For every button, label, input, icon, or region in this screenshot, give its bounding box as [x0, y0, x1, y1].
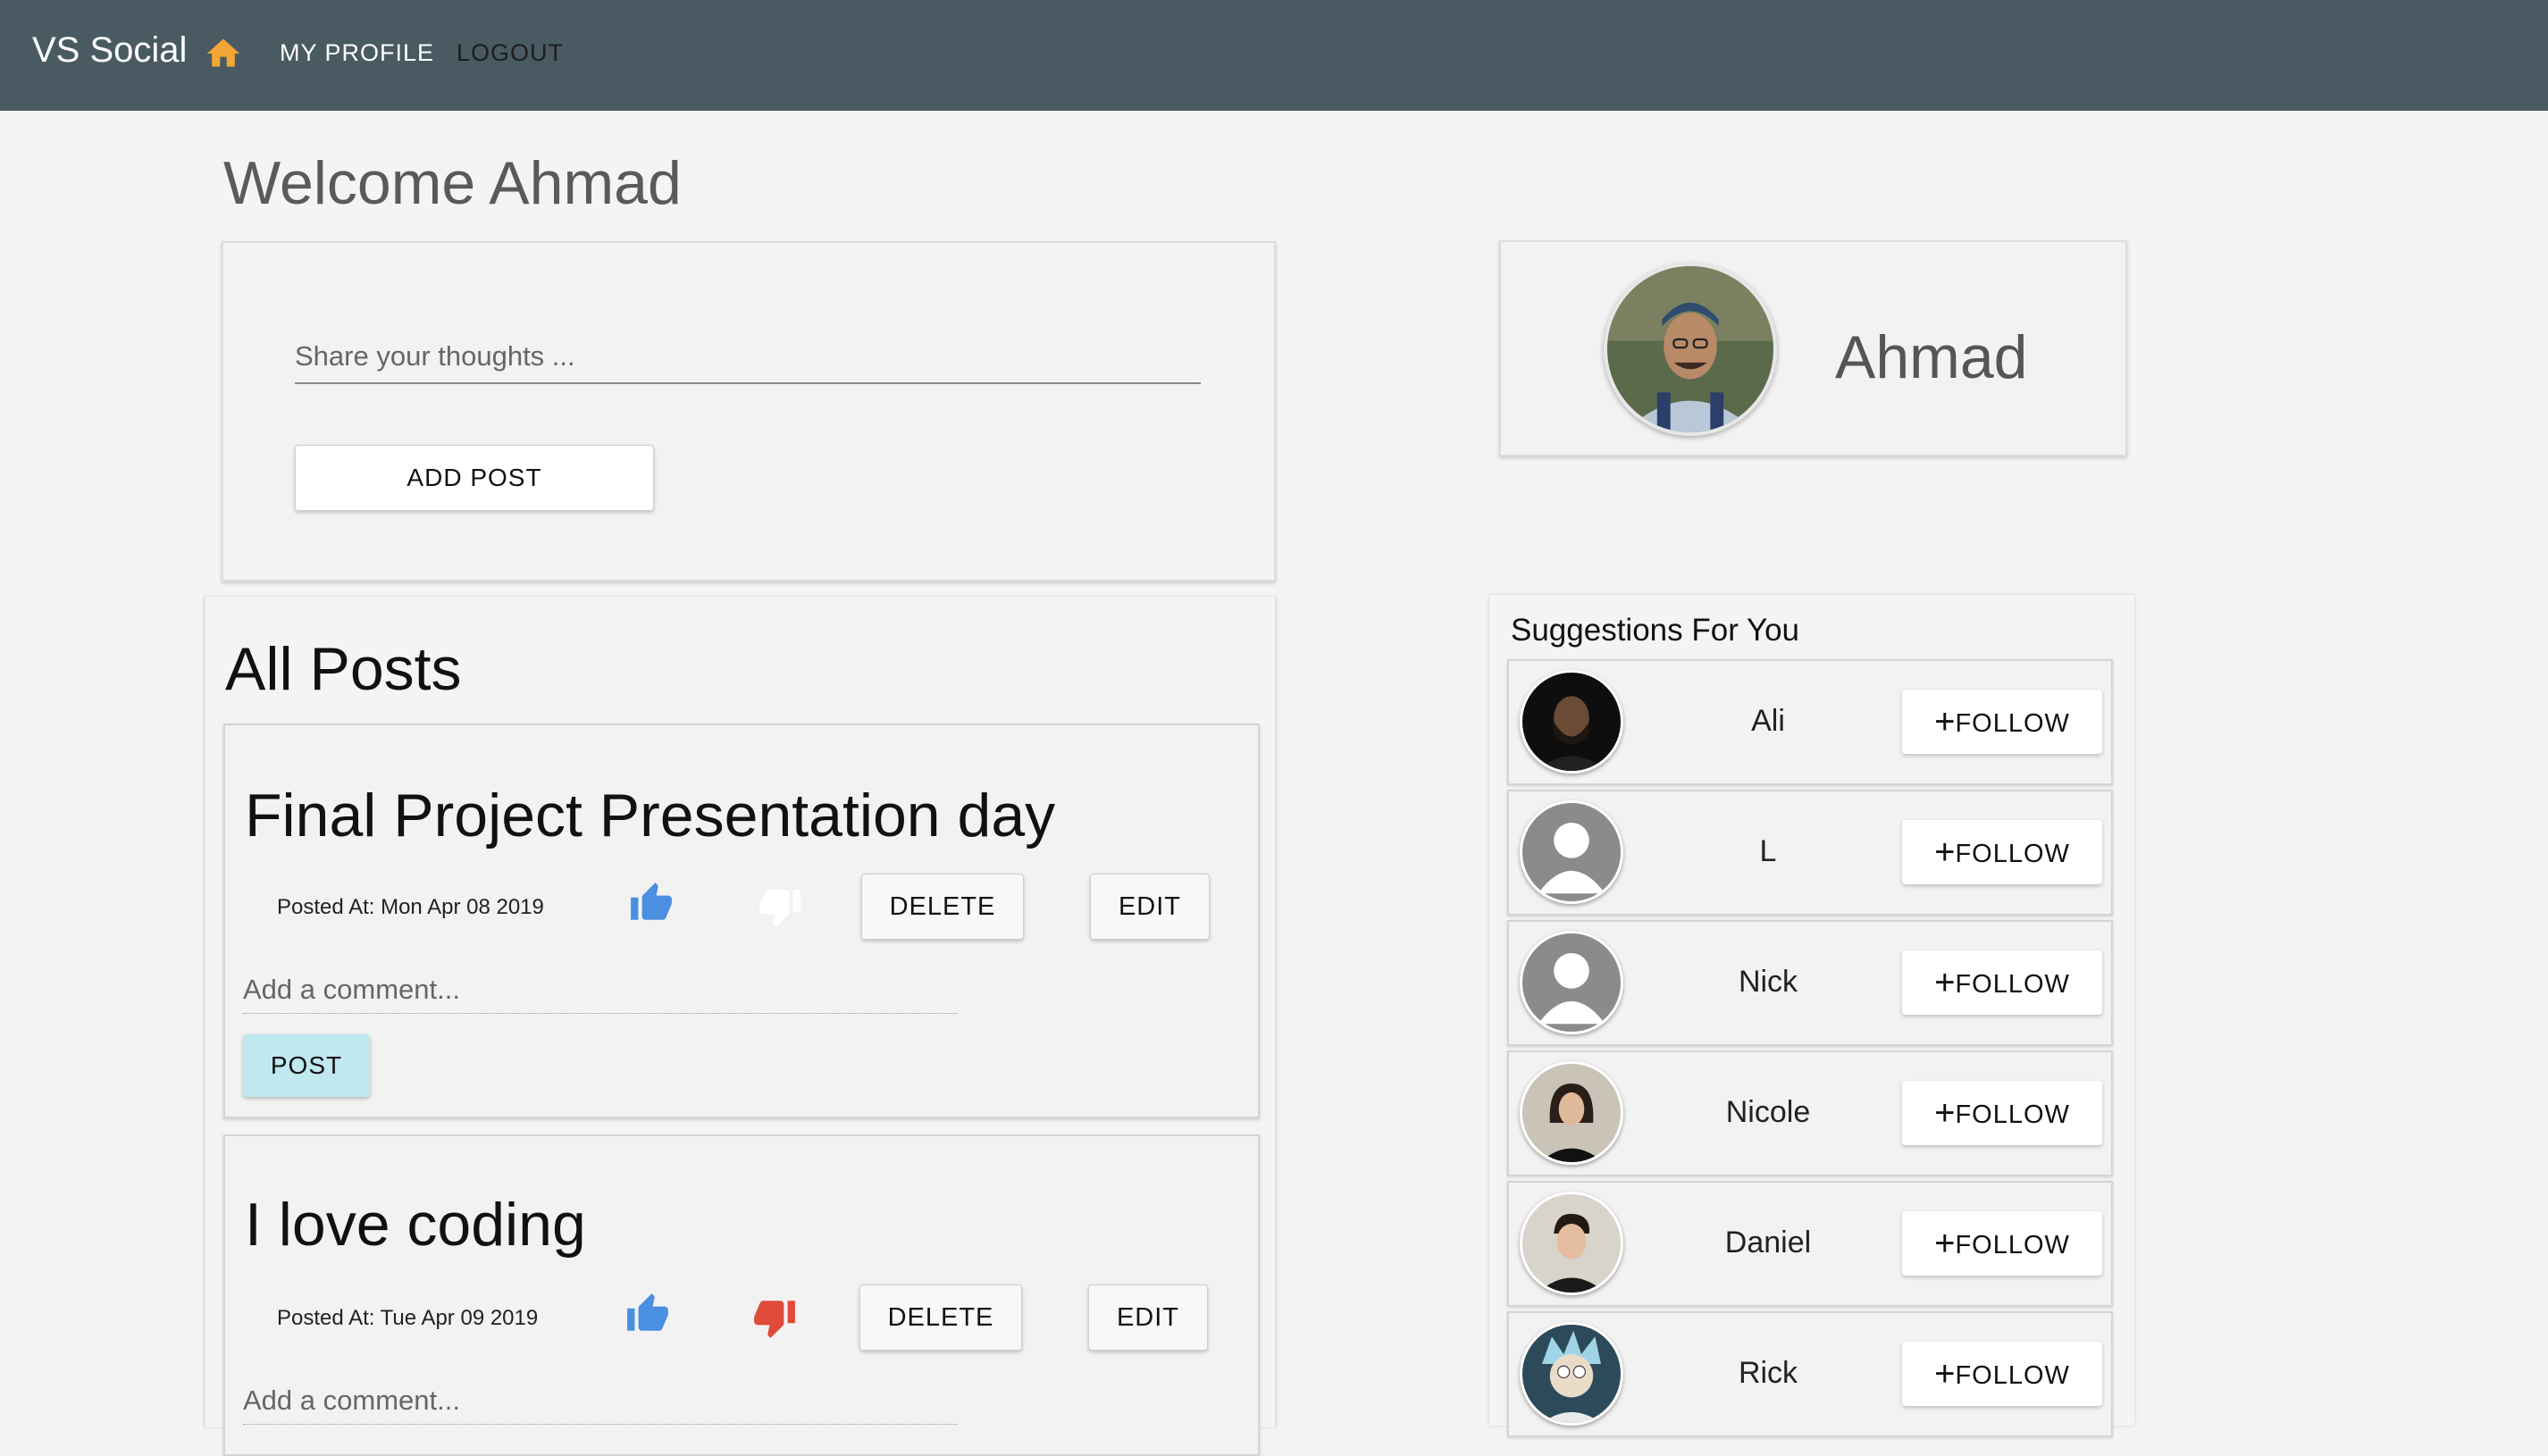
- suggestion-name: Nicole: [1725, 1095, 1811, 1129]
- compose-post-card: ADD POST: [222, 241, 1276, 582]
- home-icon[interactable]: [204, 34, 243, 73]
- all-posts-panel: All Posts Final Project Presentation day…: [204, 597, 1277, 1456]
- comment-input[interactable]: [243, 966, 958, 1014]
- follow-button[interactable]: +FOLLOW: [1902, 1081, 2102, 1145]
- follow-button[interactable]: +FOLLOW: [1902, 820, 2102, 884]
- brand-logo[interactable]: VS Social: [32, 30, 187, 71]
- edit-post-button[interactable]: EDIT: [1090, 874, 1210, 940]
- avatar[interactable]: [1520, 1061, 1623, 1165]
- suggestion-item: Ali +FOLLOW: [1507, 659, 2113, 785]
- add-post-button[interactable]: ADD POST: [295, 445, 654, 511]
- nav-my-profile[interactable]: MY PROFILE: [280, 39, 434, 67]
- suggestion-name: Ali: [1751, 704, 1785, 738]
- suggestion-name: L: [1759, 834, 1777, 868]
- plus-icon: +: [1934, 832, 1956, 872]
- follow-button[interactable]: +FOLLOW: [1902, 1211, 2102, 1276]
- suggestion-name: Nick: [1738, 965, 1798, 999]
- thumbs-up-icon[interactable]: [629, 881, 674, 925]
- profile-avatar[interactable]: [1604, 263, 1777, 436]
- suggestion-item: L +FOLLOW: [1507, 790, 2113, 916]
- share-thoughts-input[interactable]: [295, 331, 1201, 384]
- follow-button[interactable]: +FOLLOW: [1902, 690, 2102, 754]
- top-navbar: VS Social MY PROFILE LOGOUT: [0, 0, 2548, 111]
- follow-button[interactable]: +FOLLOW: [1902, 950, 2102, 1015]
- post-title: I love coding: [245, 1191, 586, 1259]
- post-title: Final Project Presentation day: [245, 782, 1056, 849]
- nav-logout[interactable]: LOGOUT: [457, 39, 564, 67]
- post-comment-button[interactable]: POST: [243, 1034, 370, 1097]
- plus-icon: +: [1934, 962, 1956, 1002]
- thumbs-up-icon[interactable]: [625, 1292, 670, 1336]
- delete-post-button[interactable]: DELETE: [859, 1284, 1022, 1351]
- plus-icon: +: [1934, 701, 1956, 741]
- post-timestamp: Posted At: Tue Apr 09 2019: [277, 1306, 539, 1330]
- suggestions-panel: Suggestions For You Ali +FOLLOW L +FOLLO…: [1489, 595, 2134, 1437]
- avatar[interactable]: [1520, 1192, 1623, 1295]
- profile-name: Ahmad: [1835, 323, 2028, 391]
- post-card: Final Project Presentation day Posted At…: [223, 724, 1260, 1118]
- thumbs-down-icon[interactable]: [758, 884, 802, 929]
- suggestion-item: Daniel +FOLLOW: [1507, 1181, 2113, 1307]
- post-card: I love coding Posted At: Tue Apr 09 2019…: [223, 1134, 1260, 1456]
- plus-icon: +: [1934, 1223, 1956, 1263]
- suggestion-item: Nicole +FOLLOW: [1507, 1050, 2113, 1176]
- plus-icon: +: [1934, 1353, 1956, 1393]
- comment-input[interactable]: [243, 1377, 958, 1425]
- follow-button[interactable]: +FOLLOW: [1902, 1342, 2102, 1406]
- welcome-heading: Welcome Ahmad: [223, 149, 682, 217]
- suggestion-item: Rick +FOLLOW: [1507, 1311, 2113, 1437]
- suggestion-name: Rick: [1738, 1356, 1798, 1390]
- avatar[interactable]: [1520, 1322, 1623, 1426]
- all-posts-heading: All Posts: [225, 635, 462, 703]
- avatar[interactable]: [1520, 670, 1623, 774]
- suggestion-item: Nick +FOLLOW: [1507, 920, 2113, 1046]
- suggestions-heading: Suggestions For You: [1511, 613, 1800, 648]
- avatar[interactable]: [1520, 931, 1623, 1034]
- plus-icon: +: [1934, 1092, 1956, 1133]
- post-timestamp: Posted At: Mon Apr 08 2019: [277, 895, 544, 919]
- suggestion-name: Daniel: [1724, 1226, 1812, 1259]
- thumbs-down-icon[interactable]: [752, 1295, 797, 1340]
- edit-post-button[interactable]: EDIT: [1088, 1284, 1208, 1351]
- delete-post-button[interactable]: DELETE: [861, 874, 1024, 940]
- avatar[interactable]: [1520, 800, 1623, 904]
- profile-card: Ahmad: [1499, 240, 2127, 456]
